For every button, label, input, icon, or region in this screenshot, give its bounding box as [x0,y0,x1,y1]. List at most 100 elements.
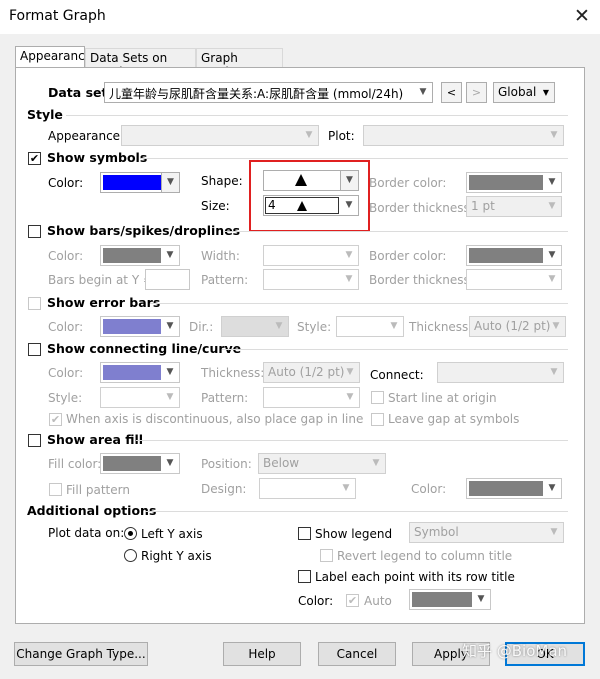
next-dataset-button[interactable]: > [466,82,487,103]
revert-legend-checkbox[interactable] [320,549,333,562]
prev-dataset-button[interactable]: < [441,82,462,103]
label-color-select[interactable]: ▼ [409,589,491,610]
area-color-select[interactable]: ▼ [466,478,562,499]
dataset-label: Data set: [48,85,113,100]
chevron-down-icon: ▼ [550,527,558,537]
revert-legend-label: Revert legend to column title [337,549,513,563]
left-axis-radio[interactable] [124,527,137,540]
border-color-label: Border color: [369,176,447,190]
chevron-down-icon: ▼ [166,392,174,402]
chevron-down-icon: ▼ [345,250,353,260]
chevron-down-icon: ▼ [275,321,283,331]
cancel-button[interactable]: Cancel [318,642,396,666]
chevron-down-icon: ▼ [477,594,485,604]
bars-color-label: Color: [48,249,84,263]
section-divider [150,303,568,304]
bars-color-select[interactable]: ▼ [100,245,180,266]
tab-data-sets[interactable]: Data Sets on Graph [85,48,196,79]
size-label: Size: [201,199,230,213]
chevron-down-icon: ▼ [550,367,558,377]
tab-appearance-label: Appearance [20,49,93,63]
bars-border-thickness-label: Border thickness: [369,273,474,287]
show-symbols-checkbox[interactable]: ✔ [28,152,41,165]
chevron-down-icon: ▼ [346,392,354,402]
bars-border-color-label: Border color: [369,249,447,263]
color-swatch [103,365,161,380]
bars-border-color-select[interactable]: ▼ [466,245,562,266]
border-color-select[interactable]: ▼ [466,172,562,193]
checkmark-icon: ✔ [50,413,61,426]
shape-label: Shape: [201,174,243,188]
fill-pattern-checkbox[interactable] [49,483,62,496]
plot-select[interactable]: ▼ [363,125,564,146]
color-swatch [103,175,161,190]
show-error-bars-heading: Show error bars [47,295,161,310]
show-legend-checkbox[interactable] [298,527,311,540]
symbol-color-label: Color: [48,176,84,190]
start-origin-label: Start line at origin [388,391,497,405]
bars-pattern-select[interactable]: ▼ [263,269,359,290]
symbol-color-select[interactable]: ▼ [100,172,180,193]
chevron-down-icon: ▼ [548,201,556,211]
line-color-select[interactable]: ▼ [100,362,180,383]
change-graph-type-button[interactable]: Change Graph Type... [14,642,148,666]
border-thickness-value: 1 pt [471,199,495,213]
auto-color-checkbox[interactable]: ✔ [346,594,359,607]
section-divider [66,115,568,116]
label-color-label: Color: [298,594,334,608]
position-select[interactable]: Below ▼ [258,453,386,474]
close-icon[interactable]: ✕ [570,4,594,28]
bars-begin-input[interactable] [145,269,190,290]
title-bar: Format Graph ✕ [0,0,600,34]
show-error-bars-checkbox[interactable] [28,297,41,310]
error-dir-select[interactable]: ▼ [221,316,289,337]
chevron-down-icon: ▼ [548,483,556,493]
chevron-down-icon: ▼ [372,458,380,468]
bars-begin-label: Bars begin at Y = [48,273,154,287]
appearance-select[interactable]: ▼ [121,125,319,146]
chevron-down-icon: ▼ [552,321,560,331]
border-thickness-select[interactable]: 1 pt ▼ [466,196,562,217]
error-thickness-select[interactable]: Auto (1/2 pt) ▼ [469,316,566,337]
gap-discontinuous-checkbox[interactable]: ✔ [49,413,62,426]
plot-on-label: Plot data on: [48,526,125,540]
show-connecting-line-checkbox[interactable] [28,343,41,356]
show-bars-checkbox[interactable] [28,225,41,238]
watermark: 知乎 @BioMan [462,642,568,660]
highlight-box [249,160,370,232]
design-select[interactable]: ▼ [259,478,356,499]
section-divider [136,440,568,441]
tab-appearance[interactable]: Appearance [15,46,92,68]
color-swatch [469,481,543,496]
help-button[interactable]: Help [223,642,301,666]
leave-gap-checkbox[interactable] [371,413,384,426]
line-pattern-select[interactable]: ▼ [263,387,360,408]
error-color-select[interactable]: ▼ [100,316,180,337]
fill-color-select[interactable]: ▼ [100,453,180,474]
section-divider [145,511,568,512]
leave-gap-label: Leave gap at symbols [388,412,520,426]
chevron-down-icon: ▼ [346,367,354,377]
chevron-down-icon: ▼ [345,274,353,284]
color-swatch [103,456,161,471]
error-color-label: Color: [48,320,84,334]
dataset-select[interactable]: 儿童年龄与尿肌酐含量关系:A:尿肌酐含量 (mmol/24h) ▼ [104,82,433,103]
line-thickness-select[interactable]: Auto (1/2 pt) ▼ [263,362,360,383]
right-axis-radio[interactable] [124,549,137,562]
appearance-label: Appearance: [48,129,125,143]
checkmark-icon: ✔ [29,152,40,165]
bars-width-select[interactable]: ▼ [263,245,359,266]
scope-select[interactable]: Global ▼ [493,82,555,103]
line-style-select[interactable]: ▼ [100,387,180,408]
show-bars-heading: Show bars/spikes/droplines [47,223,241,238]
bars-border-thickness-select[interactable]: ▼ [466,269,562,290]
window-title: Format Graph [9,8,106,24]
error-style-select[interactable]: ▼ [336,316,404,337]
label-points-checkbox[interactable] [298,570,311,583]
start-origin-checkbox[interactable] [371,391,384,404]
legend-select[interactable]: Symbol ▼ [409,522,564,543]
show-area-fill-checkbox[interactable] [28,434,41,447]
tab-graph-settings[interactable]: Graph Settings [196,48,283,79]
connect-select[interactable]: ▼ [437,362,564,383]
fill-pattern-label: Fill pattern [66,483,130,497]
